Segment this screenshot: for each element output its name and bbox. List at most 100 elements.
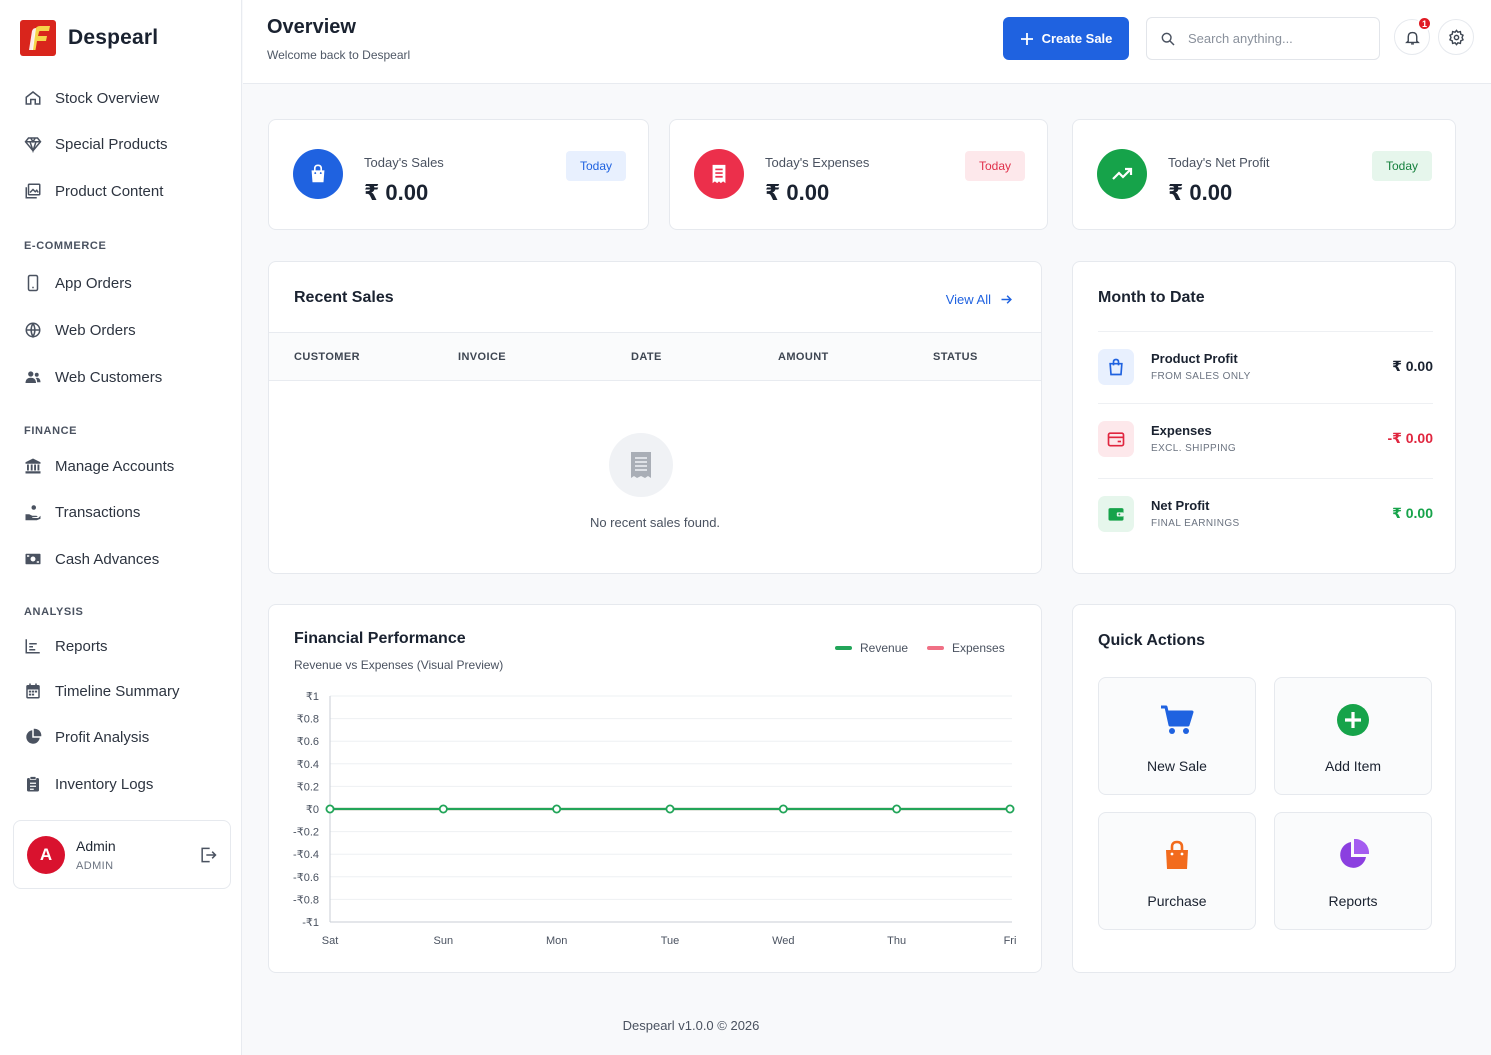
y-tick-label: ₹0.2 [297,781,319,793]
mtd-name: Expenses [1151,423,1212,438]
sidebar-item-profit-analysis[interactable]: Profit Analysis [24,725,149,749]
y-tick-label: ₹1 [306,691,319,703]
cart-icon [1099,703,1255,737]
card-icon [1098,421,1134,457]
y-tick-label: ₹0.4 [297,759,319,771]
sidebar-item-label: Product Content [55,182,164,200]
column-header[interactable]: AMOUNT [778,351,829,363]
search-icon [1161,32,1175,46]
data-point [325,804,335,814]
stat-chip: Today [1372,151,1432,181]
logout-icon[interactable] [198,845,218,865]
avatar[interactable]: A [27,836,65,874]
header: Overview Welcome back to Despearl Create… [243,0,1491,84]
sidebar-item-cash-advances[interactable]: Cash Advances [24,547,159,571]
quick-action-label: Reports [1328,893,1378,909]
sidebar-item-label: Web Customers [55,368,163,386]
create-sale-label: Create Sale [1041,31,1113,46]
stat-label: Today's Sales [364,155,444,170]
column-header[interactable]: DATE [631,351,662,363]
sidebar-item-special-products[interactable]: Special Products [24,132,168,156]
sidebar-item-label: Reports [55,637,108,655]
sidebar-item-stock-overview[interactable]: Stock Overview [24,86,159,110]
data-point [778,804,788,814]
nav-section-finance: FINANCE [24,425,78,437]
quick-actions-title: Quick Actions [1098,632,1205,649]
add-item-button[interactable]: Add Item [1274,677,1432,795]
mtd-sub: EXCL. SHIPPING [1151,443,1237,454]
sidebar-item-transactions[interactable]: Transactions [24,500,140,524]
new-sale-button[interactable]: New Sale [1098,677,1256,795]
globe-icon [25,322,41,339]
stat-card-expenses: Today's Expenses ₹ 0.00 Today [669,119,1048,230]
receipt-icon [694,149,744,199]
wallet-icon [1098,496,1134,532]
purchase-button[interactable]: Purchase [1098,812,1256,930]
column-header[interactable]: STATUS [933,351,978,363]
x-tick-label: Sun [434,935,454,947]
sidebar-item-label: Cash Advances [55,550,160,568]
column-header[interactable]: CUSTOMER [294,351,360,363]
x-tick-label: Mon [546,935,567,947]
money-icon [25,553,41,565]
plus-circle-icon [1275,703,1431,737]
sidebar-item-label: Special Products [55,135,168,153]
sidebar-item-web-orders[interactable]: Web Orders [24,318,136,342]
mtd-value: -₹ 0.00 [1387,430,1433,446]
recent-sales-card: Recent Sales View All CUSTOMER INVOICE D… [268,261,1042,574]
performance-chart: ₹1 ₹0.8 ₹0.6 ₹0.4 ₹0.2 ₹0 -₹0.2 -₹0.4 -₹0.6 -₹0.8… [293,691,1017,947]
sidebar-item-label: Timeline Summary [55,682,180,700]
column-header[interactable]: INVOICE [458,351,506,363]
stat-chip: Today [965,151,1025,181]
stat-card-sales: Today's Sales ₹ 0.00 Today [268,119,649,230]
user-role: ADMIN [76,860,114,872]
stat-card-net-profit: Today's Net Profit ₹ 0.00 Today [1072,119,1456,230]
quick-action-label: Add Item [1324,758,1382,774]
sidebar-item-label: Manage Accounts [55,457,175,475]
mtd-name: Net Profit [1151,498,1210,513]
create-sale-button[interactable]: Create Sale [1003,17,1129,60]
y-tick-label: ₹0 [306,804,319,816]
y-tick-label: -₹0.6 [293,872,319,884]
y-tick-label: -₹1 [302,917,319,929]
x-tick-label: Fri [1004,935,1017,947]
view-all-link[interactable]: View All [946,292,1014,307]
sidebar: Despearl Stock Overview Special Products… [0,0,242,1055]
sidebar-item-reports[interactable]: Reports [24,634,108,658]
quick-action-label: Purchase [1147,893,1207,909]
data-point [552,804,562,814]
stat-label: Today's Expenses [765,155,870,170]
stat-chip: Today [566,151,626,181]
recent-sales-title: Recent Sales [294,289,394,306]
stat-label: Today's Net Profit [1168,155,1270,170]
sidebar-item-inventory-logs[interactable]: Inventory Logs [24,772,153,796]
sidebar-item-web-customers[interactable]: Web Customers [24,365,162,389]
stat-value: ₹ 0.00 [765,180,830,205]
sidebar-item-manage-accounts[interactable]: Manage Accounts [24,454,174,478]
y-tick-label: ₹0.8 [297,714,319,726]
shopping-bag-icon [1098,349,1134,385]
sidebar-item-product-content[interactable]: Product Content [24,179,163,203]
bar-chart-icon [25,639,40,654]
image-icon [25,183,41,199]
brand[interactable]: Despearl [20,20,158,56]
settings-button[interactable] [1438,19,1474,55]
brand-name: Despearl [68,26,159,49]
sidebar-item-app-orders[interactable]: App Orders [24,271,132,295]
bell-icon [1404,31,1420,45]
data-point [1005,804,1015,814]
list-item: Net Profit FINAL EARNINGS ₹ 0.00 [1098,478,1433,550]
reports-button[interactable]: Reports [1274,812,1432,930]
clipboard-icon [27,776,39,792]
empty-state-text: No recent sales found. [589,515,721,530]
page-subtitle: Welcome back to Despearl [267,48,411,62]
nav-section-analysis: ANALYSIS [24,606,84,618]
pie-chart-icon [26,728,42,744]
search-input[interactable] [1188,31,1358,46]
quick-actions-card: Quick Actions New Sale Add Item Purchase… [1072,604,1456,973]
sidebar-item-timeline-summary[interactable]: Timeline Summary [24,679,179,703]
stat-value: ₹ 0.00 [364,180,429,205]
users-icon [25,371,41,383]
view-all-label: View All [945,292,991,307]
notifications-button[interactable]: 1 [1394,16,1432,55]
